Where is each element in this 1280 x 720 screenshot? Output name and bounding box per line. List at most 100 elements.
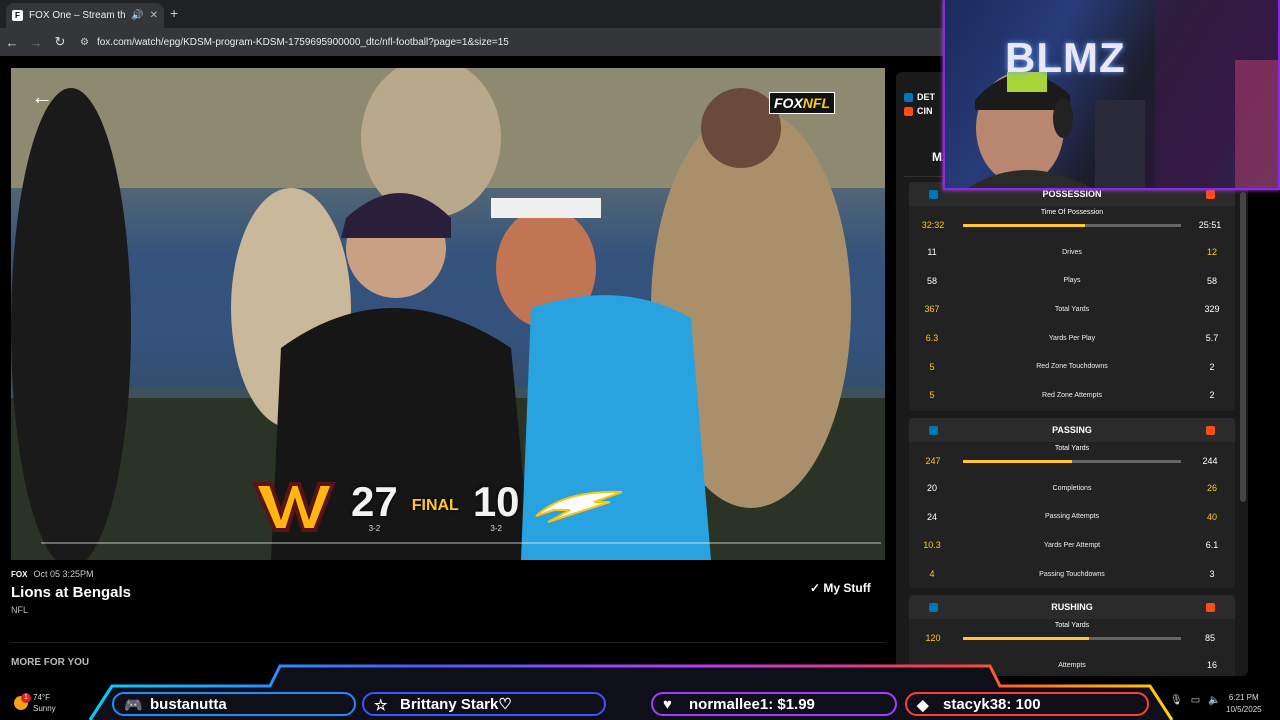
stat-value-b: 40: [1206, 511, 1217, 522]
stat-row: 5 Red Zone Attempts 2: [909, 381, 1235, 410]
playback-progress[interactable]: [41, 536, 881, 550]
away-score: 27: [351, 477, 398, 525]
close-icon[interactable]: ✕: [150, 10, 158, 21]
stat-value-a: 120: [925, 633, 941, 643]
stat-bar-fill: [963, 224, 1086, 227]
ticker-follower: 🎮 bustanutta: [112, 692, 356, 716]
stat-row: 4 Passing Touchdowns 3: [909, 560, 1235, 589]
stat-row: 5 Red Zone Touchdowns 2: [909, 352, 1235, 381]
scorebug: 27 3-2 FINAL 10 3-2: [251, 476, 651, 536]
reload-icon[interactable]: ↻: [48, 34, 72, 50]
commanders-logo-icon: [251, 482, 336, 532]
url-input[interactable]: fox.com/watch/epg/KDSM-program-KDSM-1759…: [97, 37, 509, 48]
stat-value-a: 20: [926, 483, 937, 494]
stat-label: Plays: [1063, 277, 1081, 285]
clock[interactable]: 6:21 PM 10/5/2025: [1226, 692, 1262, 716]
stat-bar: [963, 460, 1181, 463]
bits-icon: ◆: [917, 697, 929, 714]
browser-tab[interactable]: F FOX One – Stream the Best 🔊 ✕: [6, 3, 164, 28]
network-label: FOX: [11, 569, 28, 579]
stat-bar-fill: [963, 637, 1090, 640]
away-record: 3-2: [368, 523, 381, 533]
clock-time: 6:21 PM: [1228, 693, 1259, 702]
tune-icon[interactable]: ⚙: [80, 37, 89, 48]
stat-value-a: 5: [929, 390, 935, 401]
stat-value-a: 32:32: [921, 220, 945, 230]
stat-value-a: 6.3: [925, 333, 939, 344]
stat-value-a: 11: [927, 247, 937, 258]
network-icon[interactable]: ▭: [1191, 695, 1200, 706]
stat-value-a: 24: [926, 511, 937, 522]
clock-date: 10/5/2025: [1226, 705, 1262, 714]
webcam-overlay: BLMZ: [943, 0, 1280, 190]
stat-label: Yards Per Attempt: [1043, 541, 1101, 549]
lions-logo-icon: [929, 602, 938, 612]
stat-label: Total Yards: [1054, 305, 1090, 313]
stat-value-a: 4: [929, 569, 935, 580]
stat-row: 11 Drives 12: [909, 238, 1235, 267]
section-title: PASSING: [1052, 425, 1092, 435]
stat-value-b: 25:51: [1198, 220, 1222, 230]
back-arrow-icon[interactable]: ←: [31, 84, 53, 110]
ticker-donation: ♥ normallee1: $1.99: [651, 692, 897, 716]
my-stuff-button[interactable]: ✓ My Stuff: [810, 581, 871, 595]
lions-logo-icon: [929, 425, 938, 435]
airtime: Oct 05 3:25PM: [33, 569, 94, 579]
stat-bar: [963, 637, 1181, 640]
stats-scrollbar[interactable]: [1240, 192, 1246, 502]
stat-label: Completions: [1052, 484, 1092, 492]
stat-label: Total Yards: [1054, 445, 1090, 452]
stat-value-b: 3: [1209, 569, 1215, 580]
weather-desc: Sunny: [33, 704, 56, 713]
stat-value-b: 85: [1204, 633, 1215, 643]
ticker-bits: ◆ stacyk38: 100: [905, 692, 1149, 716]
stat-bar-row: Total Yards 120 85: [909, 619, 1235, 651]
stat-value-b: 12: [1206, 247, 1217, 258]
volume-icon[interactable]: 🔈: [1208, 695, 1220, 706]
section-header: PASSING: [909, 418, 1235, 442]
stat-value-b: 6.1: [1205, 540, 1219, 551]
stat-value-b: 5.7: [1205, 333, 1219, 344]
league-label: NFL: [11, 605, 29, 615]
stat-label: Drives: [1062, 248, 1082, 256]
streamer-video: [968, 0, 1278, 188]
stat-label: Red Zone Touchdowns: [1036, 363, 1108, 371]
site-favicon-icon: F: [12, 10, 23, 21]
stat-value-a: 367: [924, 304, 940, 315]
weather-widget[interactable]: 1 74°F Sunny: [14, 692, 56, 714]
stat-bar-fill: [963, 460, 1072, 463]
lions-logo-icon: [929, 189, 938, 199]
stat-label: Red Zone Attempts: [1042, 391, 1102, 399]
video-player[interactable]: ← FOXNFL 27 3-2 FINAL 10 3-2: [11, 68, 885, 560]
program-title: Lions at Bengals: [11, 584, 132, 601]
back-icon[interactable]: ←: [0, 35, 24, 50]
stat-row: 58 Plays 58: [909, 267, 1235, 296]
bengals-logo-icon: [1205, 602, 1215, 612]
program-meta: FOX Oct 05 3:25PM: [11, 569, 93, 579]
donation-icon: ♥: [663, 696, 672, 713]
stat-value-b: 2: [1209, 390, 1215, 401]
stat-value-a: 58: [926, 275, 937, 286]
stat-value-b: 58: [1206, 275, 1217, 286]
microphone-icon[interactable]: 🎙: [1170, 695, 1183, 706]
forward-icon[interactable]: →: [24, 35, 48, 50]
stat-label: Yards Per Play: [1048, 334, 1096, 342]
discord-icon: 🎮: [124, 697, 143, 714]
section-title: RUSHING: [1051, 602, 1093, 612]
stat-bar-row: Total Yards 247 244: [909, 442, 1235, 474]
stat-label: Passing Touchdowns: [1039, 570, 1105, 578]
star-icon: ☆: [374, 697, 388, 714]
section-title: POSSESSION: [1042, 189, 1102, 199]
stat-row: 6.3 Yards Per Play 5.7: [909, 324, 1235, 353]
team-list: DET CIN: [904, 90, 935, 118]
lions-logo-icon: [904, 92, 913, 102]
stat-bar: [963, 224, 1181, 227]
stat-row: 20 Completions 26: [909, 474, 1235, 503]
team-b-abbr: CIN: [917, 106, 933, 116]
system-tray: 🎙 ▭ 🔈: [1170, 695, 1221, 706]
new-tab-icon[interactable]: +: [170, 5, 178, 21]
stat-value-b: 244: [1202, 456, 1218, 466]
home-score: 10: [472, 477, 520, 525]
speaker-icon[interactable]: 🔊: [131, 10, 143, 21]
tab-title: FOX One – Stream the Best: [29, 10, 126, 21]
